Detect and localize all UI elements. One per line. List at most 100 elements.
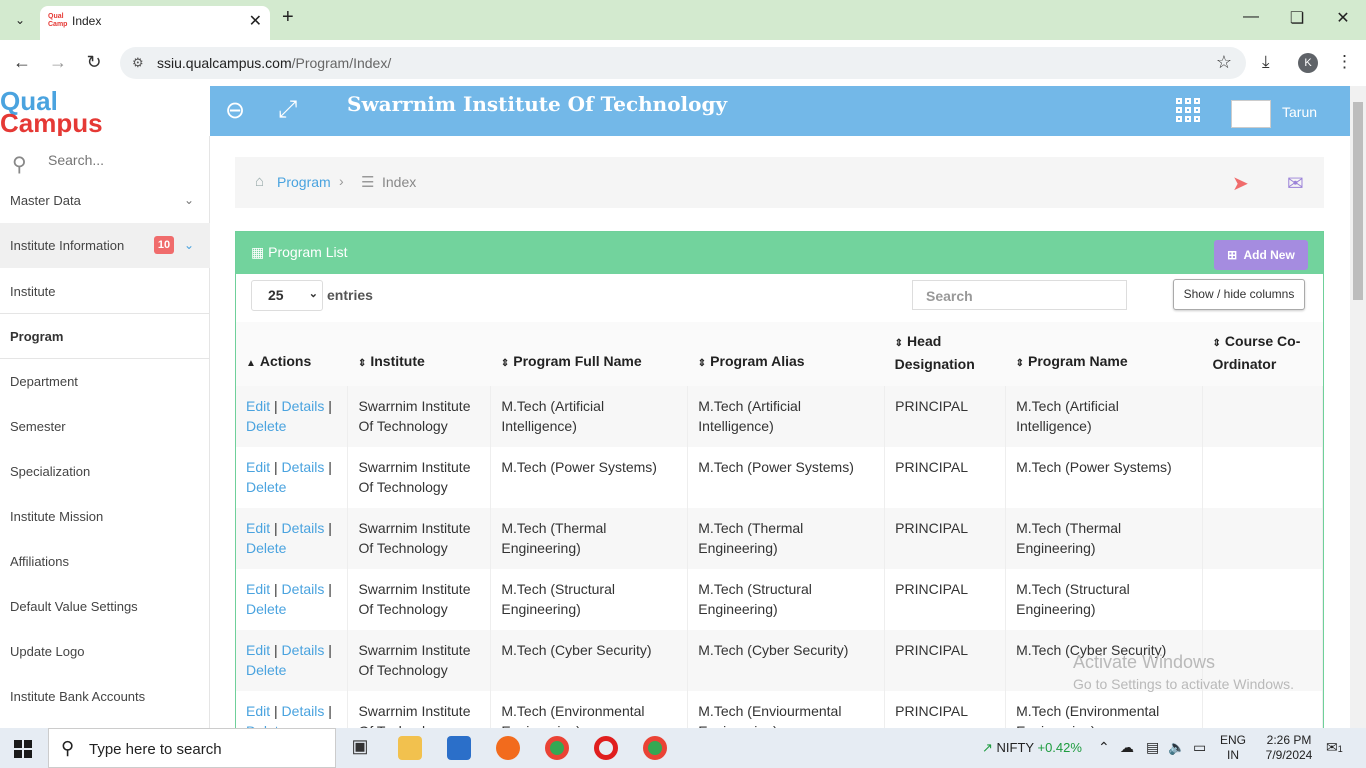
back-icon[interactable]: ← [10,52,34,73]
sidebar-search-input[interactable] [48,152,198,168]
program-full-name-cell: M.Tech (Cyber Security) [490,630,689,691]
program-full-name-cell: M.Tech (Structural Engineering) [490,569,689,630]
column-header-actions[interactable]: ▲ Actions [236,322,348,386]
chrome-icon[interactable] [545,736,569,760]
details-link[interactable]: Details [282,520,325,536]
fullscreen-icon[interactable]: ⤢ [278,96,297,124]
windows-taskbar: ⚲ Type here to search ▣ ↗ NIFTY +0.42% ⌃… [0,728,1366,768]
details-link[interactable]: Details [282,703,325,719]
collapse-sidebar-icon[interactable]: ⊖ [225,96,245,125]
download-icon[interactable]: ⤓ [1262,52,1270,72]
sidebar-item-update-logo[interactable]: Update Logo [0,629,210,674]
file-explorer-icon[interactable] [398,736,422,760]
stock-widget[interactable]: ↗ NIFTY +0.42% [982,740,1082,756]
menu-kebab-icon[interactable]: ⋮ [1336,52,1353,72]
bookmark-star-icon[interactable]: ☆ [1216,52,1232,73]
close-window-icon[interactable]: ✕ [1328,8,1358,28]
browser-tab[interactable]: Qual Camp Index ✕ [40,6,270,40]
user-name[interactable]: Tarun [1282,104,1317,120]
edit-link[interactable]: Edit [246,520,270,536]
sidebar-item-affiliations[interactable]: Affiliations [0,539,210,584]
apps-grid-icon[interactable] [1176,98,1202,124]
notification-icon[interactable]: ✉1 [1326,739,1343,756]
edit-link[interactable]: Edit [246,703,270,719]
volume-icon[interactable]: 🔈 [1168,739,1185,756]
breadcrumb-program[interactable]: Program [277,174,331,190]
sidebar-item-specialization[interactable]: Specialization [0,449,210,494]
close-tab-icon[interactable]: ✕ [249,11,262,31]
page-length-value: 25 [268,287,284,303]
edit-link[interactable]: Edit [246,642,270,658]
mail-icon[interactable]: ✉ [1287,171,1304,196]
sidebar-item-institute[interactable]: Institute [0,269,210,314]
delete-link[interactable]: Delete [246,540,286,556]
display-icon[interactable]: ▭ [1193,739,1206,756]
edit-link[interactable]: Edit [246,459,270,475]
column-header-program-alias[interactable]: ⇕ Program Alias [687,322,885,386]
table-search-input[interactable]: Search [912,280,1127,310]
delete-link[interactable]: Delete [246,662,286,678]
firefox-icon[interactable] [496,736,520,760]
battery-icon[interactable]: ▤ [1146,739,1159,756]
chrome-profile-icon[interactable] [643,736,667,760]
restore-icon[interactable]: ❏ [1282,8,1312,28]
delete-link[interactable]: Delete [246,479,286,495]
column-header-label: Program Name [1028,353,1128,369]
delete-link[interactable]: Delete [246,601,286,617]
page-length-select[interactable]: 25 ⌄ [251,280,323,311]
sidebar-item-semester[interactable]: Semester [0,404,210,449]
column-header-institute[interactable]: ⇕ Institute [347,322,491,386]
sort-icon: ⇕ [357,358,367,369]
url-field[interactable]: ⚙ ssiu.qualcampus.com/Program/Index/ ☆ [120,47,1246,79]
new-tab-icon[interactable]: + [282,6,294,29]
reload-icon[interactable]: ↻ [82,52,106,73]
sidebar-item-institute-information[interactable]: Institute Information 10 ⌄ [0,223,210,268]
minimize-icon[interactable]: — [1236,8,1266,26]
taskbar-search[interactable]: ⚲ Type here to search [48,728,336,768]
task-view-icon[interactable]: ▣ [348,736,372,760]
lang-bottom: IN [1227,748,1239,762]
course-coordinator-cell [1202,447,1323,508]
forward-icon[interactable]: → [46,52,70,73]
store-icon[interactable] [447,736,471,760]
actions-cell: Edit | Details | Delete [236,386,349,447]
home-icon[interactable]: ⌂ [255,173,264,190]
show-hide-columns-button[interactable]: Show / hide columns [1173,279,1305,310]
user-avatar[interactable] [1231,100,1271,128]
program-alias-cell: M.Tech (Structural Engineering) [687,569,886,630]
site-info-icon[interactable]: ⚙ [132,55,144,71]
sidebar-item-master-data[interactable]: Master Data ⌄ [0,178,210,223]
sidebar-item-institute-mission[interactable]: Institute Mission [0,494,210,539]
details-link[interactable]: Details [282,459,325,475]
column-header-course-coordinator[interactable]: ⇕ Course Co-Ordinator [1202,322,1323,386]
profile-avatar[interactable]: K [1298,53,1318,73]
details-link[interactable]: Details [282,642,325,658]
details-link[interactable]: Details [282,581,325,597]
edit-link[interactable]: Edit [246,581,270,597]
add-new-button[interactable]: ⊞ Add New [1214,240,1308,270]
column-header-program-full-name[interactable]: ⇕ Program Full Name [490,322,688,386]
details-link[interactable]: Details [282,398,325,414]
delete-link[interactable]: Delete [246,418,286,434]
column-header-program-name[interactable]: ⇕ Program Name [1005,322,1203,386]
tab-search-chevron-icon[interactable]: ⌄ [8,8,32,32]
sidebar-item-department[interactable]: Department [0,359,210,404]
windows-start-icon[interactable] [14,740,32,758]
send-plane-icon[interactable]: ➤ [1232,171,1249,196]
network-icon[interactable]: ☁ [1120,739,1134,756]
notification-count: 1 [1337,744,1343,754]
institute-cell: Swarrnim Institute Of Technology [347,508,492,569]
clock[interactable]: 2:26 PM 7/9/2024 [1254,733,1324,763]
page-scrollbar[interactable] [1350,86,1366,728]
sidebar-item-institute-bank-accounts[interactable]: Institute Bank Accounts [0,674,210,719]
sidebar-item-default-value-settings[interactable]: Default Value Settings [0,584,210,629]
chevron-up-icon[interactable]: ⌃ [1098,739,1110,756]
scrollbar-thumb[interactable] [1353,102,1363,300]
opera-icon[interactable] [594,736,618,760]
column-header-head-designation[interactable]: ⇕ Head Designation [884,322,1006,386]
program-full-name-cell: M.Tech (Power Systems) [490,447,689,508]
language-indicator[interactable]: ENG IN [1220,733,1246,763]
edit-link[interactable]: Edit [246,398,270,414]
sidebar-item-program[interactable]: Program [0,314,210,359]
qualcampus-logo[interactable]: Qual Campus [0,86,210,138]
